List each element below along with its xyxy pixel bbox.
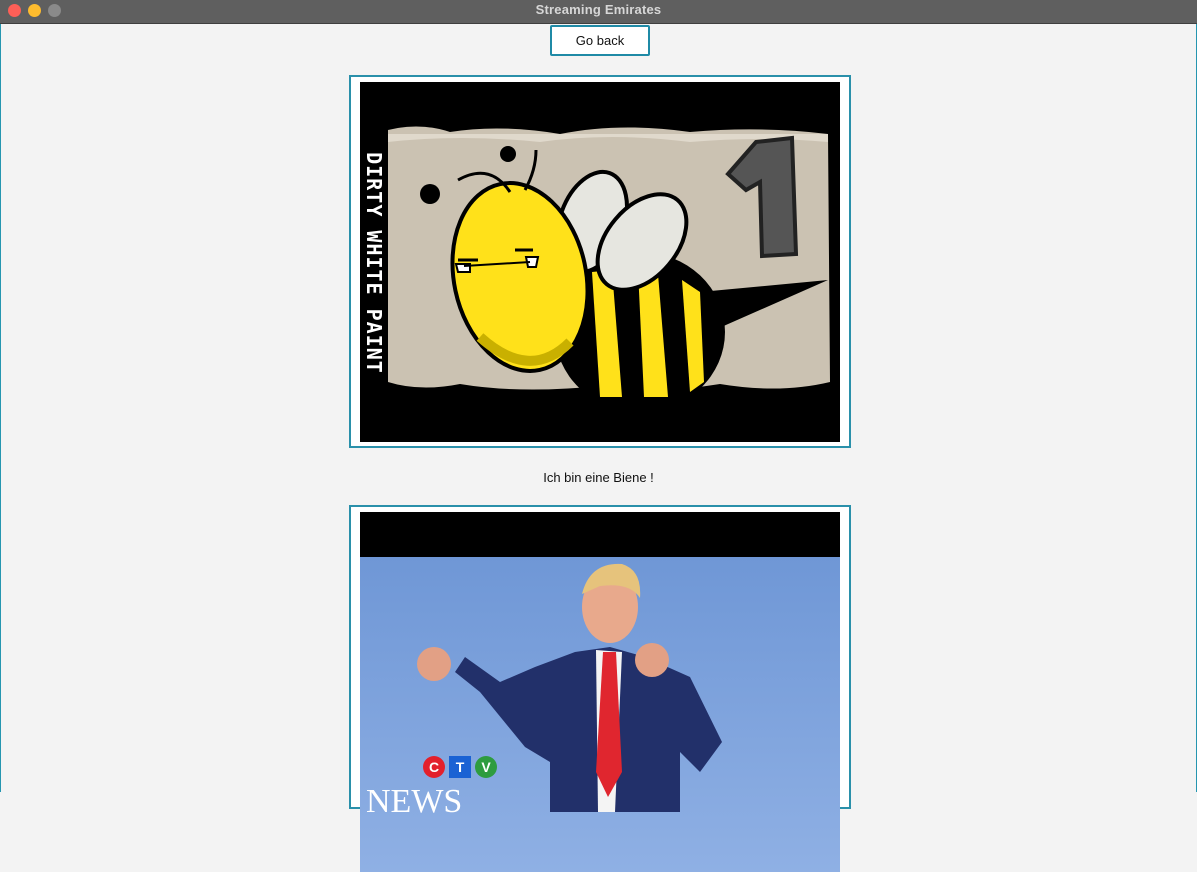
- thumbnail-side-title: DIRTY WHITE PAINT: [362, 151, 387, 374]
- video-thumbnail[interactable]: DIRTY WHITE PAINT 1: [360, 82, 840, 442]
- news-thumbnail-image: C T V NEWS: [360, 512, 840, 872]
- video-card[interactable]: C T V NEWS: [349, 505, 851, 872]
- ctv-logo-news: NEWS: [366, 783, 462, 820]
- ctv-logo-c: C: [429, 759, 439, 775]
- go-back-button[interactable]: Go back: [550, 25, 650, 56]
- ctv-logo-t: T: [456, 759, 465, 775]
- title-bar: Streaming Emirates: [0, 0, 1197, 24]
- video-card[interactable]: DIRTY WHITE PAINT 1: [349, 75, 851, 448]
- window-title: Streaming Emirates: [535, 2, 662, 17]
- bee-thumbnail-image: [360, 82, 840, 442]
- ctv-logo-v: V: [481, 759, 491, 775]
- video-caption: Ich bin eine Biene !: [543, 470, 654, 485]
- video-thumbnail[interactable]: C T V NEWS: [360, 512, 840, 872]
